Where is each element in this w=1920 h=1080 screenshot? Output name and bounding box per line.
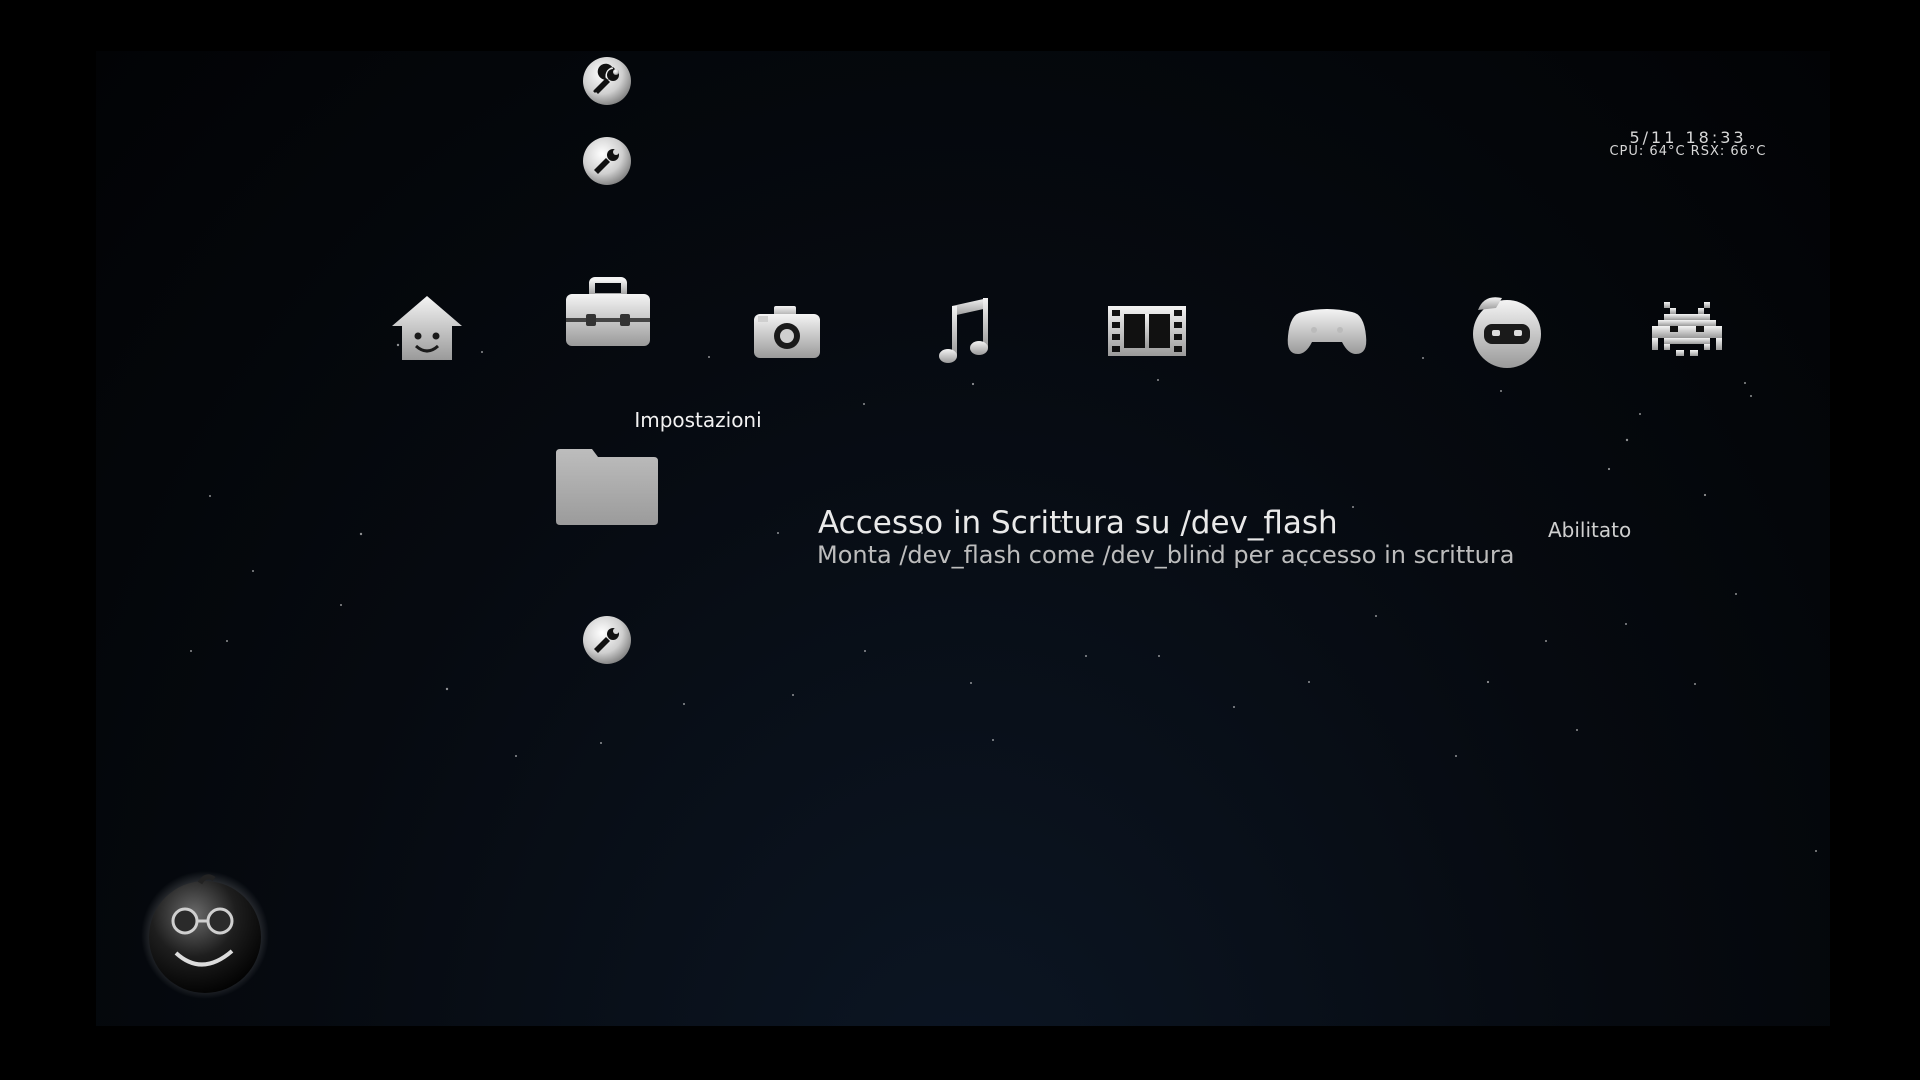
toolbox-icon[interactable] — [556, 266, 660, 370]
wrench-icon[interactable] — [580, 54, 634, 108]
film-icon[interactable] — [1102, 284, 1192, 374]
camera-icon[interactable] — [742, 284, 832, 374]
item-title: Accesso in Scrittura su /dev_flash — [818, 505, 1338, 541]
music-icon[interactable] — [922, 284, 1012, 374]
folder-icon — [556, 449, 658, 525]
gamepad-icon[interactable] — [1282, 284, 1372, 374]
wrench-icon[interactable] — [580, 613, 634, 667]
date-time: 5/11 18:33 — [1629, 128, 1747, 147]
xmb-screen: 5/11 18:33 CPU: 64°C RSX: 66°C Impostazi… — [96, 51, 1830, 1026]
home-icon[interactable] — [382, 284, 472, 374]
robot-icon[interactable] — [1462, 284, 1552, 374]
temperature-readout: CPU: 64°C RSX: 66°C — [1609, 144, 1767, 159]
item-value: Abilitato — [1548, 518, 1632, 542]
invader-icon[interactable] — [1642, 284, 1732, 374]
globe-icon[interactable] — [1822, 284, 1830, 374]
status-clock: 5/11 18:33 CPU: 64°C RSX: 66°C — [1563, 128, 1813, 159]
category-label-settings: Impostazioni — [634, 408, 762, 432]
smiley-avatar-icon — [141, 871, 269, 999]
item-description: Monta /dev_flash come /dev_blind per acc… — [817, 541, 1515, 569]
wrench-icon[interactable] — [580, 134, 634, 188]
